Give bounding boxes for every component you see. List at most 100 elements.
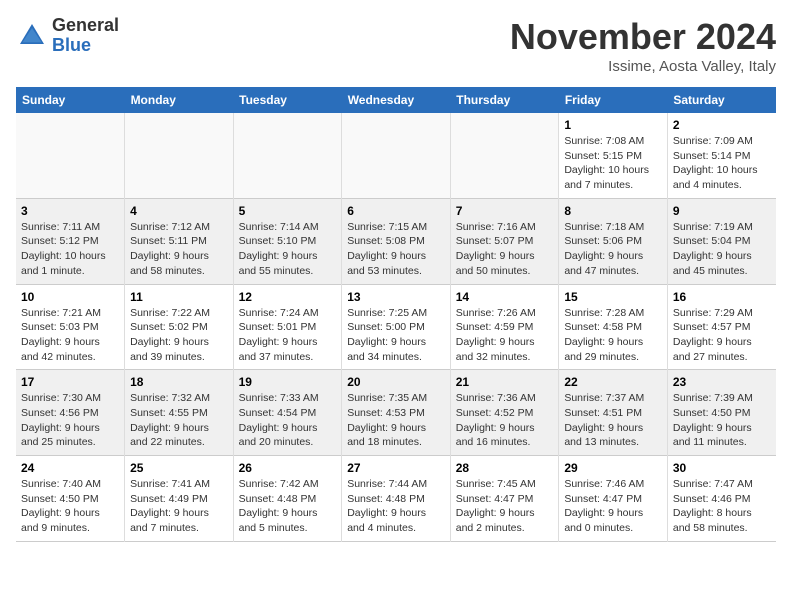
logo-text: General Blue	[52, 16, 119, 56]
calendar-cell: 23 Sunrise: 7:39 AMSunset: 4:50 PMDayligh…	[667, 370, 776, 456]
calendar-cell: 5 Sunrise: 7:14 AMSunset: 5:10 PMDaylight…	[233, 198, 342, 284]
day-info: Sunrise: 7:28 AMSunset: 4:58 PMDaylight:…	[564, 306, 662, 365]
day-number: 7	[456, 204, 554, 218]
calendar-cell: 24 Sunrise: 7:40 AMSunset: 4:50 PMDayligh…	[16, 456, 125, 542]
day-number: 12	[239, 290, 337, 304]
day-number: 28	[456, 461, 554, 475]
day-number: 14	[456, 290, 554, 304]
calendar-cell: 29Sunrise: 7:46 AMSunset: 4:47 PMDayligh…	[559, 456, 668, 542]
day-number: 19	[239, 375, 337, 389]
calendar-cell	[342, 113, 451, 198]
day-number: 24	[21, 461, 119, 475]
day-info: Sunrise: 7:16 AMSunset: 5:07 PMDaylight:…	[456, 220, 554, 279]
day-header-tuesday: Tuesday	[233, 87, 342, 113]
calendar-cell: 25 Sunrise: 7:41 AMSunset: 4:49 PMDayligh…	[125, 456, 234, 542]
day-info: Sunrise: 7:18 AMSunset: 5:06 PMDaylight:…	[564, 220, 662, 279]
calendar-cell: 2Sunrise: 7:09 AMSunset: 5:14 PMDaylight…	[667, 113, 776, 198]
calendar-cell: 6 Sunrise: 7:15 AMSunset: 5:08 PMDaylight…	[342, 198, 451, 284]
day-header-thursday: Thursday	[450, 87, 559, 113]
day-header-wednesday: Wednesday	[342, 87, 451, 113]
day-number: 6	[347, 204, 445, 218]
day-number: 8	[564, 204, 662, 218]
title-area: November 2024 Issime, Aosta Valley, Ital…	[510, 16, 776, 75]
day-number: 10	[21, 290, 119, 304]
day-info: Sunrise: 7:42 AMSunset: 4:48 PMDaylight:…	[239, 477, 337, 536]
calendar-cell: 16 Sunrise: 7:29 AMSunset: 4:57 PMDayligh…	[667, 284, 776, 370]
calendar-cell	[16, 113, 125, 198]
day-info: Sunrise: 7:36 AMSunset: 4:52 PMDaylight:…	[456, 391, 554, 450]
month-title: November 2024	[510, 16, 776, 58]
calendar-cell: 21 Sunrise: 7:36 AMSunset: 4:52 PMDayligh…	[450, 370, 559, 456]
day-number: 23	[673, 375, 771, 389]
day-header-sunday: Sunday	[16, 87, 125, 113]
calendar-cell: 12 Sunrise: 7:24 AMSunset: 5:01 PMDayligh…	[233, 284, 342, 370]
logo-general: General	[52, 16, 119, 36]
logo: General Blue	[16, 16, 119, 56]
day-info: Sunrise: 7:14 AMSunset: 5:10 PMDaylight:…	[239, 220, 337, 279]
day-info: Sunrise: 7:44 AMSunset: 4:48 PMDaylight:…	[347, 477, 445, 536]
day-info: Sunrise: 7:37 AMSunset: 4:51 PMDaylight:…	[564, 391, 662, 450]
calendar-cell: 7 Sunrise: 7:16 AMSunset: 5:07 PMDaylight…	[450, 198, 559, 284]
day-info: Sunrise: 7:12 AMSunset: 5:11 PMDaylight:…	[130, 220, 228, 279]
calendar-cell: 4Sunrise: 7:12 AMSunset: 5:11 PMDaylight…	[125, 198, 234, 284]
day-info: Sunrise: 7:26 AMSunset: 4:59 PMDaylight:…	[456, 306, 554, 365]
day-header-friday: Friday	[559, 87, 668, 113]
day-info: Sunrise: 7:11 AMSunset: 5:12 PMDaylight:…	[21, 220, 119, 279]
calendar-cell: 19 Sunrise: 7:33 AMSunset: 4:54 PMDayligh…	[233, 370, 342, 456]
calendar-cell: 26 Sunrise: 7:42 AMSunset: 4:48 PMDayligh…	[233, 456, 342, 542]
calendar-cell: 10 Sunrise: 7:21 AMSunset: 5:03 PMDayligh…	[16, 284, 125, 370]
day-number: 22	[564, 375, 662, 389]
calendar-cell: 27 Sunrise: 7:44 AMSunset: 4:48 PMDayligh…	[342, 456, 451, 542]
calendar-cell: 28Sunrise: 7:45 AMSunset: 4:47 PMDayligh…	[450, 456, 559, 542]
calendar-cell: 3 Sunrise: 7:11 AMSunset: 5:12 PMDaylight…	[16, 198, 125, 284]
day-info: Sunrise: 7:15 AMSunset: 5:08 PMDaylight:…	[347, 220, 445, 279]
day-number: 1	[564, 118, 662, 132]
week-row-4: 17Sunrise: 7:30 AMSunset: 4:56 PMDayligh…	[16, 370, 776, 456]
day-number: 29	[564, 461, 662, 475]
day-info: Sunrise: 7:35 AMSunset: 4:53 PMDaylight:…	[347, 391, 445, 450]
day-header-monday: Monday	[125, 87, 234, 113]
day-info: Sunrise: 7:22 AMSunset: 5:02 PMDaylight:…	[130, 306, 228, 365]
day-number: 20	[347, 375, 445, 389]
day-number: 26	[239, 461, 337, 475]
day-info: Sunrise: 7:09 AMSunset: 5:14 PMDaylight:…	[673, 134, 771, 193]
calendar-cell: 20 Sunrise: 7:35 AMSunset: 4:53 PMDayligh…	[342, 370, 451, 456]
day-number: 18	[130, 375, 228, 389]
logo-blue: Blue	[52, 36, 119, 56]
day-info: Sunrise: 7:08 AMSunset: 5:15 PMDaylight:…	[564, 134, 662, 193]
day-number: 9	[673, 204, 771, 218]
day-info: Sunrise: 7:33 AMSunset: 4:54 PMDaylight:…	[239, 391, 337, 450]
day-info: Sunrise: 7:29 AMSunset: 4:57 PMDaylight:…	[673, 306, 771, 365]
calendar-cell: 9 Sunrise: 7:19 AMSunset: 5:04 PMDaylight…	[667, 198, 776, 284]
logo-icon	[16, 20, 48, 52]
week-row-1: 1 Sunrise: 7:08 AMSunset: 5:15 PMDaylight…	[16, 113, 776, 198]
day-number: 3	[21, 204, 119, 218]
day-info: Sunrise: 7:39 AMSunset: 4:50 PMDaylight:…	[673, 391, 771, 450]
day-info: Sunrise: 7:19 AMSunset: 5:04 PMDaylight:…	[673, 220, 771, 279]
day-number: 27	[347, 461, 445, 475]
calendar-cell	[125, 113, 234, 198]
calendar-cell: 15Sunrise: 7:28 AMSunset: 4:58 PMDayligh…	[559, 284, 668, 370]
calendar-cell: 8 Sunrise: 7:18 AMSunset: 5:06 PMDaylight…	[559, 198, 668, 284]
day-info: Sunrise: 7:32 AMSunset: 4:55 PMDaylight:…	[130, 391, 228, 450]
week-row-5: 24 Sunrise: 7:40 AMSunset: 4:50 PMDayligh…	[16, 456, 776, 542]
day-info: Sunrise: 7:41 AMSunset: 4:49 PMDaylight:…	[130, 477, 228, 536]
calendar-cell: 30Sunrise: 7:47 AMSunset: 4:46 PMDayligh…	[667, 456, 776, 542]
calendar-cell: 18 Sunrise: 7:32 AMSunset: 4:55 PMDayligh…	[125, 370, 234, 456]
day-number: 21	[456, 375, 554, 389]
calendar-table: SundayMondayTuesdayWednesdayThursdayFrid…	[16, 87, 776, 542]
day-info: Sunrise: 7:21 AMSunset: 5:03 PMDaylight:…	[21, 306, 119, 365]
calendar-cell: 14 Sunrise: 7:26 AMSunset: 4:59 PMDayligh…	[450, 284, 559, 370]
day-header-saturday: Saturday	[667, 87, 776, 113]
week-row-3: 10 Sunrise: 7:21 AMSunset: 5:03 PMDayligh…	[16, 284, 776, 370]
day-number: 11	[130, 290, 228, 304]
day-number: 5	[239, 204, 337, 218]
day-info: Sunrise: 7:30 AMSunset: 4:56 PMDaylight:…	[21, 391, 119, 450]
day-number: 30	[673, 461, 771, 475]
day-info: Sunrise: 7:40 AMSunset: 4:50 PMDaylight:…	[21, 477, 119, 536]
calendar-cell	[233, 113, 342, 198]
day-number: 25	[130, 461, 228, 475]
page-header: General Blue November 2024 Issime, Aosta…	[16, 16, 776, 75]
day-number: 16	[673, 290, 771, 304]
day-info: Sunrise: 7:24 AMSunset: 5:01 PMDaylight:…	[239, 306, 337, 365]
